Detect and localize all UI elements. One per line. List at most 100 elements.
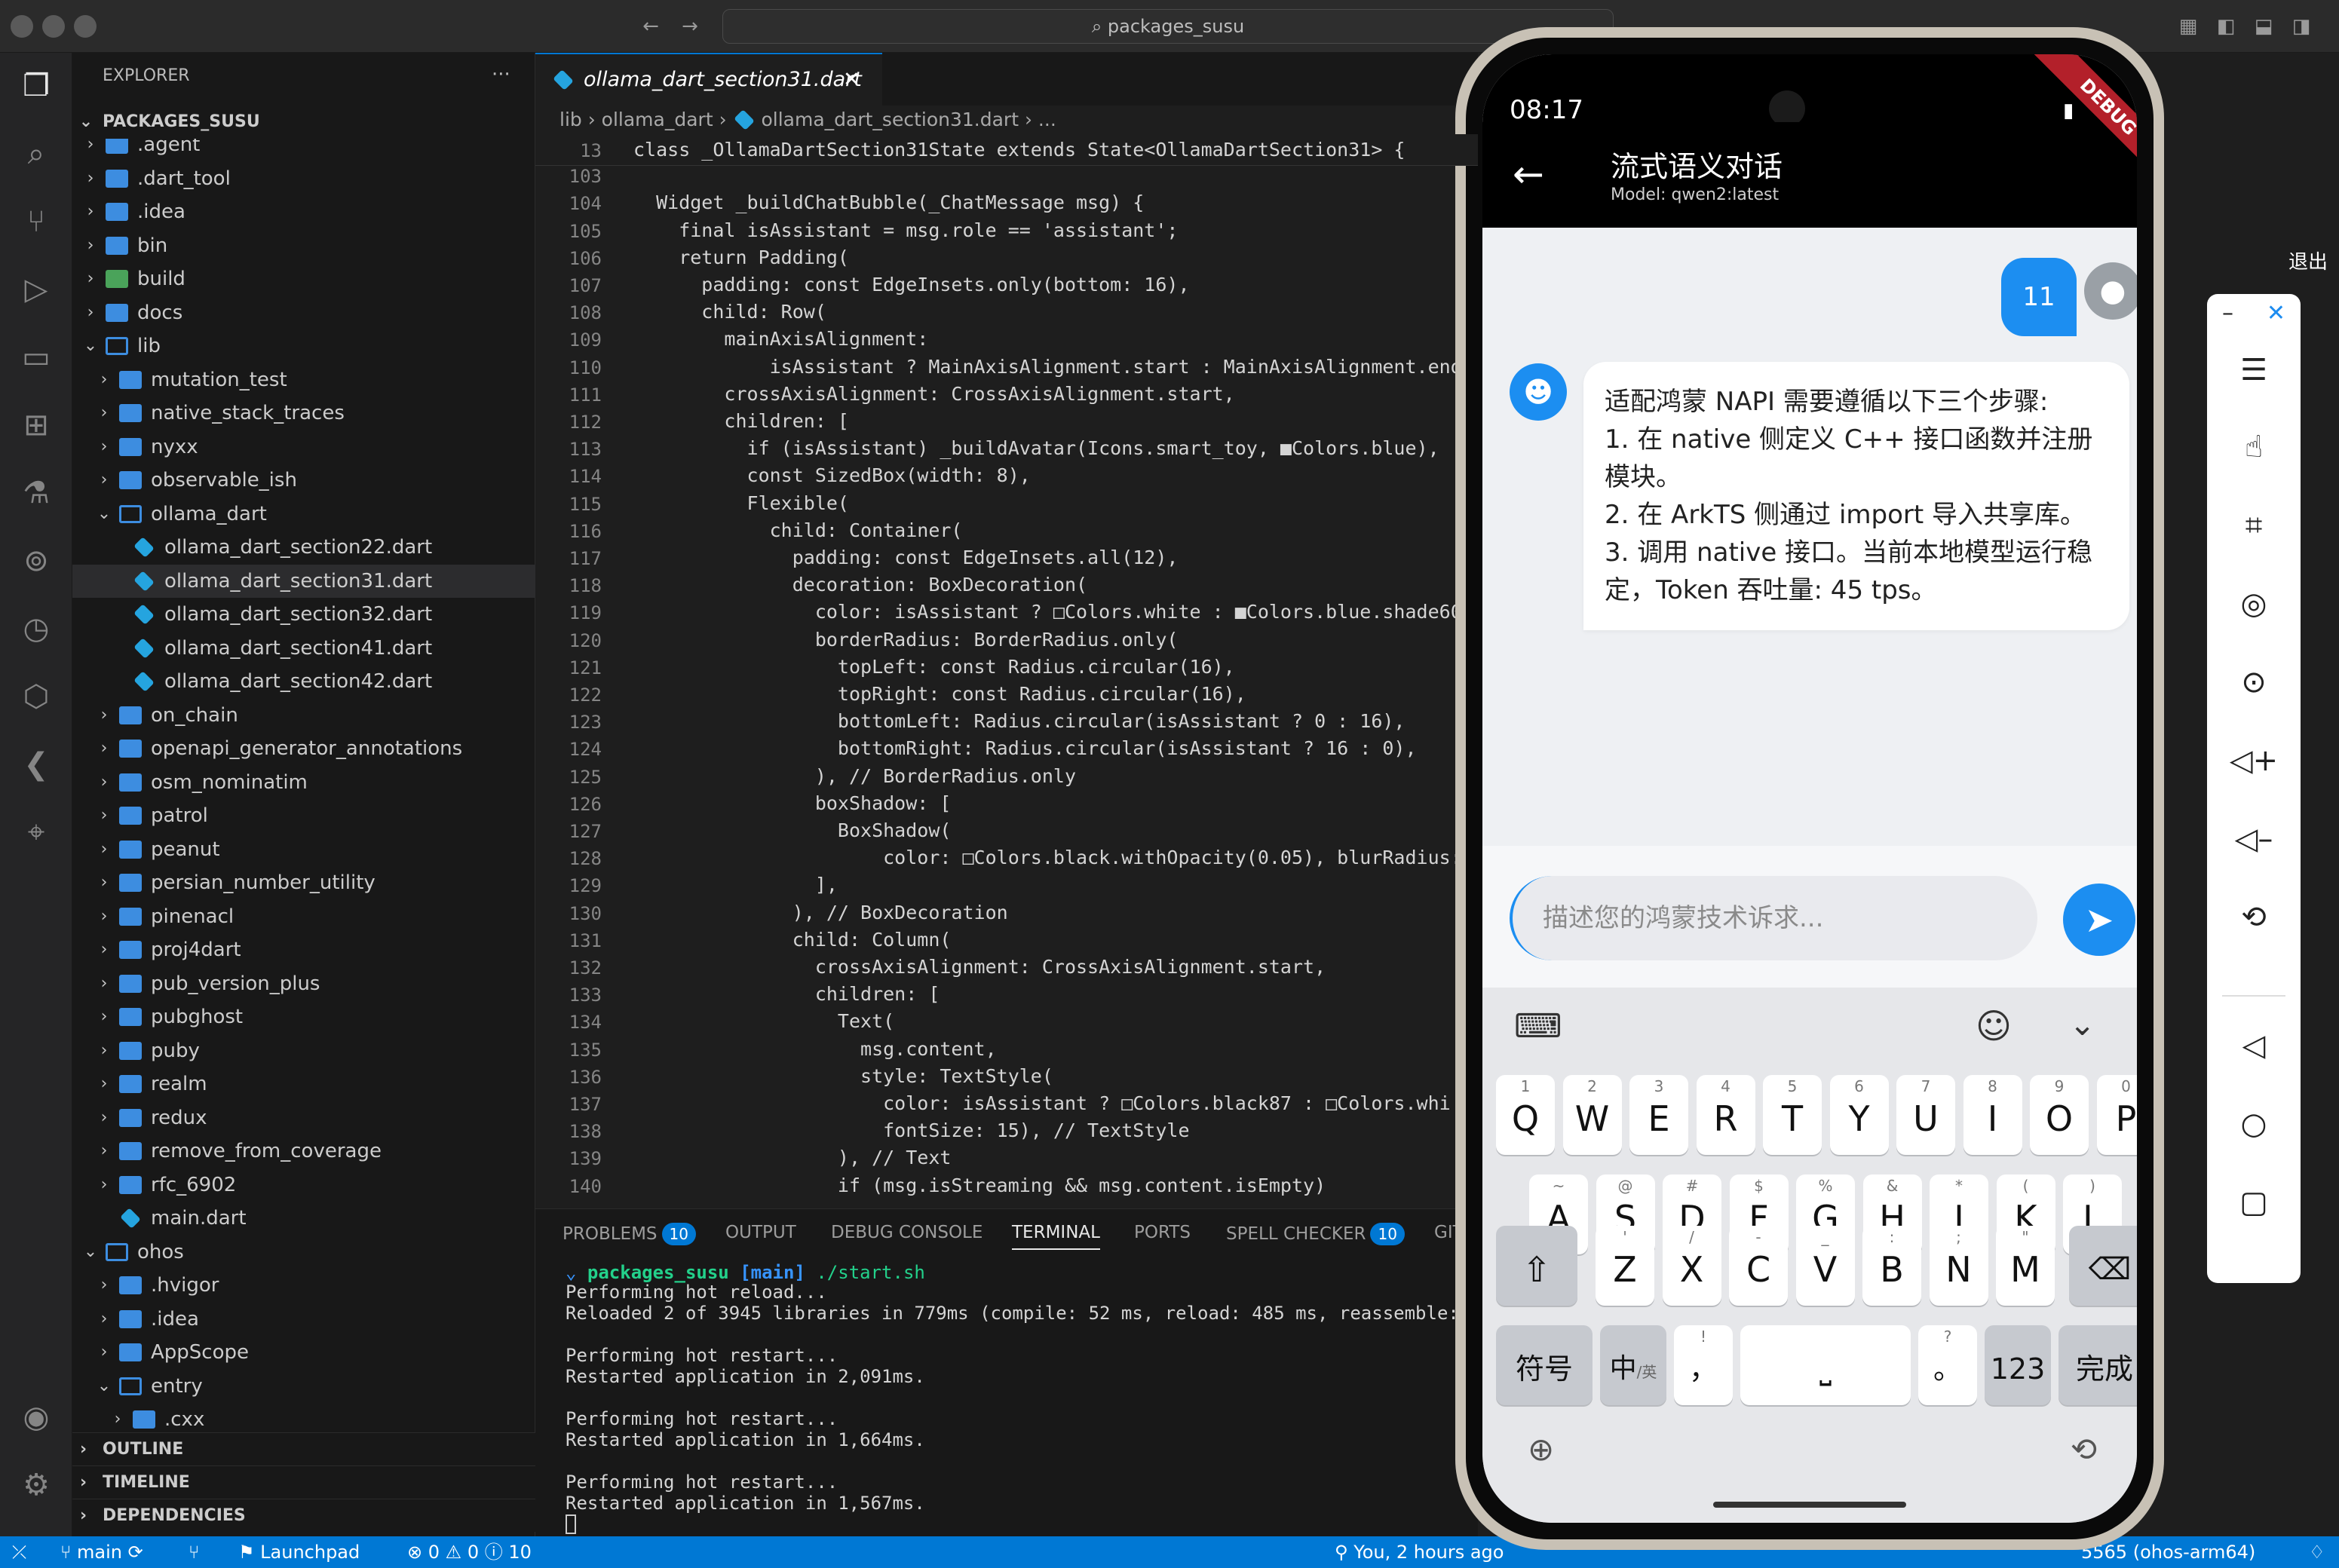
explorer-item[interactable]: › osm_nominatim bbox=[72, 766, 535, 799]
explorer-item[interactable]: ollama_dart_section31.dart bbox=[72, 564, 535, 598]
letter-key[interactable]: 6Y bbox=[1829, 1075, 1889, 1155]
letter-key[interactable]: 9O bbox=[2030, 1075, 2089, 1155]
letter-key[interactable]: 3E bbox=[1629, 1075, 1688, 1155]
explorer-item[interactable]: › on_chain bbox=[72, 699, 535, 732]
maximize-window-button[interactable] bbox=[74, 15, 97, 38]
explorer-item[interactable]: › rfc_6902 bbox=[72, 1168, 535, 1202]
editor-tab[interactable]: ollama_dart_section31.dart ✕ bbox=[535, 53, 882, 106]
nav-back-icon[interactable]: ◁ bbox=[2207, 1028, 2301, 1063]
nav-recents-icon[interactable]: ▢ bbox=[2207, 1185, 2301, 1220]
explorer-item[interactable]: › .cxx bbox=[72, 1403, 535, 1436]
flutter-icon[interactable]: ❮ bbox=[14, 742, 59, 787]
explorer-item[interactable]: › docs bbox=[72, 296, 535, 329]
command-center-search[interactable]: ⌕ packages_susu bbox=[722, 9, 1614, 44]
notifications-icon[interactable]: ♢ bbox=[2309, 1536, 2325, 1568]
panel-tab[interactable]: PROBLEMS 10 bbox=[563, 1223, 696, 1245]
back-arrow-icon[interactable]: ← bbox=[638, 14, 664, 39]
toggle-panel-icon[interactable]: ⬓ bbox=[2251, 14, 2276, 39]
explorer-item[interactable]: ollama_dart_section41.dart bbox=[72, 632, 535, 665]
account-icon[interactable]: ◉ bbox=[14, 1395, 59, 1440]
sticky-scroll-line[interactable]: 13 class _OllamaDartSection31State exten… bbox=[535, 134, 1478, 166]
menu-icon[interactable]: ☰ bbox=[2207, 353, 2301, 387]
explorer-item[interactable]: › openapi_generator_annotations bbox=[72, 732, 535, 765]
branch-indicator[interactable]: ⑂ main ⟳ bbox=[60, 1536, 143, 1568]
explorer-item[interactable]: › build bbox=[72, 262, 535, 296]
explorer-item[interactable]: main.dart bbox=[72, 1202, 535, 1235]
layout-icon[interactable]: ▦ bbox=[2175, 14, 2201, 39]
keyboard-switch-icon[interactable]: ⟲ bbox=[2071, 1431, 2097, 1468]
no-touch-icon[interactable]: ☝ bbox=[2207, 430, 2301, 464]
explorer-item[interactable]: › patrol bbox=[72, 799, 535, 832]
more-actions-icon[interactable]: ··· bbox=[492, 63, 510, 86]
volume-down-icon[interactable]: ◁– bbox=[2207, 822, 2301, 856]
explorer-item[interactable]: ⌄ entry bbox=[72, 1370, 535, 1403]
explorer-item[interactable]: › persian_number_utility bbox=[72, 866, 535, 899]
explorer-item[interactable]: › puby bbox=[72, 1034, 535, 1067]
testing-icon[interactable]: ⚗ bbox=[14, 470, 59, 516]
breadcrumb-item[interactable]: ollama_dart_section31.dart bbox=[761, 109, 1019, 130]
explorer-item[interactable]: › pubghost bbox=[72, 1000, 535, 1034]
language-key[interactable]: 中/英 bbox=[1600, 1325, 1666, 1405]
letter-key[interactable]: 1Q bbox=[1496, 1075, 1555, 1155]
letter-key[interactable]: / X bbox=[1662, 1226, 1721, 1306]
home-indicator[interactable] bbox=[1713, 1502, 1906, 1508]
rotate-device-icon[interactable]: ⟲ bbox=[2207, 900, 2301, 935]
panel-tab[interactable]: PORTS bbox=[1134, 1223, 1191, 1242]
explorer-item[interactable]: › proj4dart bbox=[72, 933, 535, 966]
toggle-secondary-sidebar-icon[interactable]: ◨ bbox=[2288, 14, 2314, 39]
panel-tab[interactable]: SPELL CHECKER 10 bbox=[1226, 1223, 1405, 1245]
settings-gear-icon[interactable]: ⚙ bbox=[14, 1462, 59, 1508]
explorer-item[interactable]: › .dart_tool bbox=[72, 162, 535, 195]
explorer-item[interactable]: ⌄ lib bbox=[72, 329, 535, 363]
space-key[interactable]: ⎵ bbox=[1740, 1325, 1911, 1405]
git-graph-status-icon[interactable]: ⑂ bbox=[189, 1536, 199, 1568]
timeline-section[interactable]: › TIMELINE bbox=[72, 1465, 535, 1499]
outline-section[interactable]: › OUTLINE bbox=[72, 1432, 535, 1465]
explorer-item[interactable]: ⌄ ollama_dart bbox=[72, 498, 535, 531]
launchpad-item[interactable]: ⚑ Launchpad bbox=[238, 1536, 360, 1568]
explorer-item[interactable]: › observable_ish bbox=[72, 464, 535, 497]
letter-key[interactable]: -C bbox=[1729, 1226, 1788, 1306]
explorer-root[interactable]: ⌄ PACKAGES_SUSU bbox=[72, 106, 535, 139]
letter-key[interactable]: 4R bbox=[1696, 1075, 1755, 1155]
problems-indicator[interactable]: ⊗ 0 ⚠ 0 ⓘ 10 bbox=[407, 1536, 532, 1568]
letter-key[interactable]: ' Z bbox=[1596, 1226, 1654, 1306]
screenshot-icon[interactable]: ⊙ bbox=[2207, 665, 2301, 700]
remote-icon[interactable]: ⤫ bbox=[12, 1536, 26, 1568]
letter-key[interactable]: 5T bbox=[1763, 1075, 1822, 1155]
breadcrumb-item[interactable]: lib bbox=[559, 109, 582, 130]
extensions-icon[interactable]: ⊞ bbox=[14, 403, 59, 448]
numbers-key[interactable]: 123 bbox=[1985, 1325, 2051, 1405]
minimize-window-button[interactable] bbox=[42, 15, 65, 38]
letter-key[interactable]: 8I bbox=[1963, 1075, 2022, 1155]
explorer-item[interactable]: › .idea bbox=[72, 195, 535, 228]
globe-icon[interactable]: ⊕ bbox=[1528, 1431, 1554, 1468]
backspace-key[interactable]: ⌫ bbox=[2069, 1226, 2137, 1306]
letter-key[interactable]: :B bbox=[1862, 1226, 1921, 1306]
code-editor[interactable]: 102 }103104 Widget _buildChatBubble(_Cha… bbox=[535, 134, 1478, 1208]
letter-key[interactable]: _ V bbox=[1795, 1226, 1855, 1306]
keyboard-toolbar-icon[interactable]: ⌨ bbox=[1514, 1007, 1562, 1046]
explorer-item[interactable]: › pinenacl bbox=[72, 900, 535, 933]
explorer-item[interactable]: › mutation_test bbox=[72, 363, 535, 397]
explorer-item[interactable]: ⌄ ohos bbox=[72, 1236, 535, 1269]
explorer-item[interactable]: › native_stack_traces bbox=[72, 397, 535, 430]
breadcrumb-item[interactable]: ollama_dart bbox=[602, 109, 713, 130]
shift-key[interactable]: ⇧ bbox=[1496, 1226, 1577, 1306]
containers-icon[interactable]: ⬡ bbox=[14, 674, 59, 719]
panel-tab[interactable]: TERMINAL bbox=[1012, 1223, 1100, 1250]
letter-key[interactable]: 0P bbox=[2096, 1075, 2137, 1155]
git-graph-icon[interactable]: ⊚ bbox=[14, 538, 59, 583]
explorer-item[interactable]: › .idea bbox=[72, 1303, 535, 1336]
chat-list[interactable]: 11 ● ☻ 适配鸿蒙 NAPI 需要遵循以下三个步骤: 1. 在 native… bbox=[1482, 228, 2137, 846]
symbols-key[interactable]: 符号 bbox=[1496, 1325, 1593, 1405]
explorer-item[interactable]: › pub_version_plus bbox=[72, 967, 535, 1000]
explorer-item[interactable]: › peanut bbox=[72, 833, 535, 866]
letter-key[interactable]: 7U bbox=[1896, 1075, 1955, 1155]
explorer-item[interactable]: › .agent bbox=[72, 139, 535, 161]
period-key[interactable]: ?。 bbox=[1918, 1325, 1977, 1405]
message-input[interactable]: 描述您的鸿蒙技术诉求... bbox=[1510, 876, 2037, 960]
explorer-item[interactable]: › bin bbox=[72, 229, 535, 262]
rotate-icon[interactable]: ◎ bbox=[2207, 586, 2301, 621]
breadcrumb-item[interactable]: ... bbox=[1038, 109, 1056, 130]
